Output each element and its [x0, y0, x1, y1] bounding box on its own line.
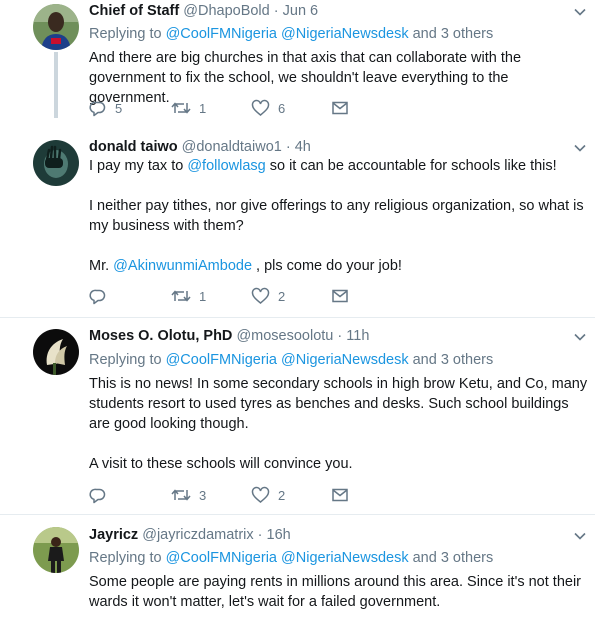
tweet-header: Chief of Staff @DhapoBold · Jun 6 — [89, 3, 318, 19]
like-icon — [251, 486, 270, 503]
like-count: 6 — [278, 100, 286, 116]
display-name[interactable]: Chief of Staff — [89, 3, 179, 19]
text-span: I pay my tax to — [89, 158, 188, 174]
mention-link[interactable]: @AkinwunmiAmbode — [113, 258, 252, 274]
username[interactable]: @mosesoolotu — [236, 328, 333, 344]
message-icon — [332, 101, 348, 115]
replying-to: Replying to @CoolFMNigeria @NigeriaNewsd… — [89, 352, 493, 368]
tweet-header: donald taiwo @donaldtaiwo1 · 4h — [89, 139, 311, 155]
timestamp[interactable]: Jun 6 — [283, 3, 318, 19]
retweet-count: 1 — [199, 288, 207, 304]
mention-link[interactable]: @CoolFMNigeria — [166, 26, 277, 42]
reply-count: 5 — [115, 100, 123, 116]
thread-line — [54, 52, 58, 118]
avatar[interactable] — [33, 329, 79, 375]
reply-icon — [89, 289, 106, 305]
tweet-paragraph: I neither pay tithes, nor give offerings… — [89, 198, 584, 234]
chevron-down-icon[interactable] — [573, 5, 587, 19]
tweet-text: This is no news! In some secondary schoo… — [89, 374, 589, 474]
replying-label: Replying to — [89, 26, 162, 42]
replying-to: Replying to @CoolFMNigeria @NigeriaNewsd… — [89, 550, 493, 566]
tweet-paragraph: I pay my tax to @followlasg so it can be… — [89, 156, 589, 176]
avatar[interactable] — [33, 4, 79, 50]
retweet-icon — [171, 102, 191, 114]
like-button[interactable]: 2 — [251, 287, 285, 305]
message-icon — [332, 488, 348, 502]
tweet-paragraph: Some people are paying rents in millions… — [89, 574, 582, 610]
tweet-header: Moses O. Olotu, PhD @mosesoolotu · 11h — [89, 328, 369, 344]
chevron-down-icon[interactable] — [573, 141, 587, 155]
timestamp[interactable]: 16h — [267, 527, 291, 543]
message-button[interactable] — [331, 99, 349, 117]
retweet-button[interactable]: 3 — [171, 486, 206, 504]
tweet-2[interactable]: donald taiwo @donaldtaiwo1 · 4h I pay my… — [0, 122, 595, 317]
timestamp[interactable]: 4h — [295, 139, 311, 155]
like-button[interactable]: 6 — [251, 99, 285, 117]
avatar[interactable] — [33, 140, 79, 186]
mention-link[interactable]: @NigeriaNewsdesk — [281, 352, 409, 368]
tweet-header: Jayricz @jayriczdamatrix · 16h — [89, 527, 291, 543]
reply-icon — [89, 488, 106, 504]
mention-link[interactable]: @CoolFMNigeria — [166, 352, 277, 368]
reply-icon — [89, 101, 106, 117]
reply-button[interactable] — [89, 287, 115, 305]
tweet-1[interactable]: Chief of Staff @DhapoBold · Jun 6 Replyi… — [0, 0, 595, 122]
mention-link[interactable]: @followlasg — [187, 158, 265, 174]
others-link[interactable]: and 3 others — [413, 550, 494, 566]
retweet-count: 1 — [199, 100, 207, 116]
tweet-paragraph: A visit to these schools will convince y… — [89, 456, 353, 472]
replying-to: Replying to @CoolFMNigeria @NigeriaNewsd… — [89, 26, 493, 42]
tweet-text: Some people are paying rents in millions… — [89, 572, 589, 612]
username[interactable]: @jayriczdamatrix — [142, 527, 253, 543]
reply-button[interactable]: 5 — [89, 99, 122, 117]
separator: · — [285, 139, 291, 155]
mention-link[interactable]: @NigeriaNewsdesk — [281, 550, 409, 566]
others-link[interactable]: and 3 others — [413, 352, 494, 368]
mention-link[interactable]: @NigeriaNewsdesk — [281, 26, 409, 42]
like-icon — [251, 99, 270, 116]
tweet-4[interactable]: Jayricz @jayriczdamatrix · 16h Replying … — [0, 515, 595, 629]
text-span: so it can be accountable for schools lik… — [265, 158, 557, 174]
message-icon — [332, 289, 348, 303]
others-link[interactable]: and 3 others — [413, 26, 494, 42]
retweet-icon — [171, 290, 191, 302]
display-name[interactable]: donald taiwo — [89, 139, 178, 155]
retweet-button[interactable]: 1 — [171, 99, 206, 117]
chevron-down-icon[interactable] — [573, 529, 587, 543]
like-icon — [251, 287, 270, 304]
display-name[interactable]: Moses O. Olotu, PhD — [89, 328, 232, 344]
chevron-down-icon[interactable] — [573, 330, 587, 344]
tweet-3[interactable]: Moses O. Olotu, PhD @mosesoolotu · 11h R… — [0, 318, 595, 514]
retweet-count: 3 — [199, 487, 207, 503]
like-count: 2 — [278, 487, 286, 503]
replying-label: Replying to — [89, 550, 162, 566]
separator: · — [337, 328, 343, 344]
retweet-button[interactable]: 1 — [171, 287, 206, 305]
like-count: 2 — [278, 288, 286, 304]
avatar[interactable] — [33, 527, 79, 573]
text-span: Mr. — [89, 258, 114, 274]
reply-button[interactable] — [89, 486, 115, 504]
separator: · — [273, 3, 279, 19]
username[interactable]: @donaldtaiwo1 — [182, 139, 282, 155]
retweet-icon — [171, 489, 191, 501]
timestamp[interactable]: 11h — [346, 328, 369, 344]
separator: · — [257, 527, 263, 543]
mention-link[interactable]: @CoolFMNigeria — [166, 550, 277, 566]
like-button[interactable]: 2 — [251, 486, 285, 504]
message-button[interactable] — [331, 287, 349, 305]
tweet-paragraph: Mr. @AkinwunmiAmbode , pls come do your … — [89, 256, 589, 276]
display-name[interactable]: Jayricz — [89, 527, 138, 543]
message-button[interactable] — [331, 486, 349, 504]
username[interactable]: @DhapoBold — [183, 3, 269, 19]
tweet-text: I pay my tax to @followlasg so it can be… — [89, 156, 589, 276]
replying-label: Replying to — [89, 352, 162, 368]
text-span: , pls come do your job! — [252, 258, 402, 274]
tweet-paragraph: This is no news! In some secondary schoo… — [89, 376, 588, 432]
